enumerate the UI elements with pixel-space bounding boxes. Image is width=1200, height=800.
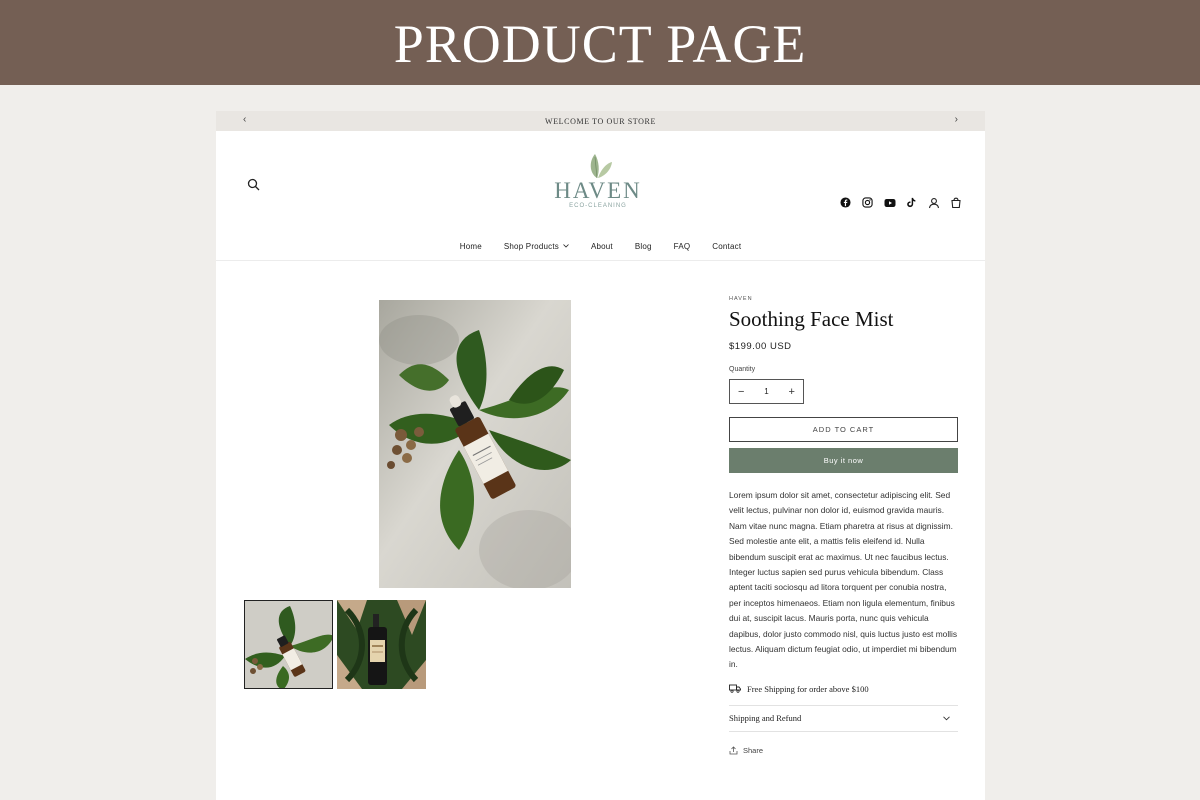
quantity-increase-button[interactable]: + bbox=[789, 386, 795, 398]
product-thumbnail[interactable] bbox=[337, 600, 426, 689]
quantity-label: Quantity bbox=[729, 366, 756, 373]
product-main-image[interactable] bbox=[379, 300, 571, 588]
nav-label: About bbox=[590, 241, 613, 251]
shipping-note: Free Shipping for order above $100 bbox=[729, 684, 958, 694]
nav-item-home[interactable]: Home bbox=[449, 237, 493, 255]
logo-name: HAVEN bbox=[554, 178, 642, 203]
nav-item-blog[interactable]: Blog bbox=[624, 237, 663, 255]
instagram-icon[interactable] bbox=[860, 195, 875, 210]
nav-item-faq[interactable]: FAQ bbox=[663, 237, 702, 255]
youtube-icon[interactable] bbox=[882, 195, 897, 210]
header-icons bbox=[838, 195, 963, 210]
quantity-decrease-button[interactable]: − bbox=[738, 386, 744, 398]
product-info: HAVEN Soothing Face Mist $199.00 USD Qua… bbox=[729, 296, 958, 755]
chevron-right-icon[interactable]: › bbox=[955, 114, 958, 125]
share-button[interactable]: Share bbox=[729, 746, 958, 755]
nav-label: Home bbox=[459, 241, 482, 251]
shipping-text: Free Shipping for order above $100 bbox=[747, 683, 869, 694]
facebook-icon[interactable] bbox=[838, 195, 853, 210]
banner-title: PRODUCT PAGE bbox=[393, 13, 807, 74]
buy-now-button[interactable]: Buy it now bbox=[729, 448, 958, 473]
quantity-value[interactable]: 1 bbox=[764, 387, 768, 396]
accordion-label: Shipping and Refund bbox=[729, 713, 802, 724]
store-frame: ‹ WELCOME TO OUR STORE › HAVEN ECO-CLEAN… bbox=[216, 111, 985, 800]
add-to-cart-button[interactable]: ADD TO CART bbox=[729, 417, 958, 442]
product-description: Lorem ipsum dolor sit amet, consectetur … bbox=[729, 490, 958, 670]
shipping-refund-accordion[interactable]: Shipping and Refund bbox=[729, 704, 958, 732]
search-icon[interactable] bbox=[246, 177, 262, 193]
nav-label: Contact bbox=[712, 241, 742, 251]
announcement-bar: ‹ WELCOME TO OUR STORE › bbox=[216, 111, 985, 131]
page-banner: PRODUCT PAGE bbox=[0, 0, 1200, 85]
product-thumbnail[interactable] bbox=[244, 600, 333, 689]
account-icon[interactable] bbox=[926, 195, 941, 210]
nav-label: FAQ bbox=[673, 241, 691, 251]
site-header: HAVEN ECO-CLEANING bbox=[216, 131, 985, 231]
tiktok-icon[interactable] bbox=[904, 195, 919, 210]
share-icon bbox=[729, 746, 738, 755]
leaf-icon bbox=[590, 154, 612, 179]
nav-item-shop-products[interactable]: Shop Products bbox=[493, 237, 580, 255]
logo-tagline: ECO-CLEANING bbox=[569, 203, 627, 209]
share-label: Share bbox=[743, 745, 764, 755]
cart-icon[interactable] bbox=[948, 195, 963, 210]
nav-label: Shop Products bbox=[503, 241, 559, 251]
nav-item-contact[interactable]: Contact bbox=[701, 237, 752, 255]
announcement-text: WELCOME TO OUR STORE bbox=[545, 116, 656, 126]
nav-label: Blog bbox=[634, 241, 652, 251]
store-logo[interactable]: HAVEN ECO-CLEANING bbox=[548, 151, 648, 210]
chevron-down-icon bbox=[943, 716, 950, 721]
nav-item-about[interactable]: About bbox=[580, 237, 624, 255]
main-nav: Home Shop Products About Blog FAQ Contac… bbox=[216, 237, 985, 261]
chevron-left-icon[interactable]: ‹ bbox=[243, 114, 246, 125]
chevron-down-icon bbox=[563, 244, 569, 248]
product-price: $199.00 USD bbox=[729, 341, 792, 352]
quantity-stepper: − 1 + bbox=[729, 379, 804, 404]
truck-icon bbox=[729, 684, 741, 694]
product-vendor: HAVEN bbox=[729, 296, 753, 302]
header-divider bbox=[216, 260, 985, 261]
product-title: Soothing Face Mist bbox=[729, 307, 894, 331]
